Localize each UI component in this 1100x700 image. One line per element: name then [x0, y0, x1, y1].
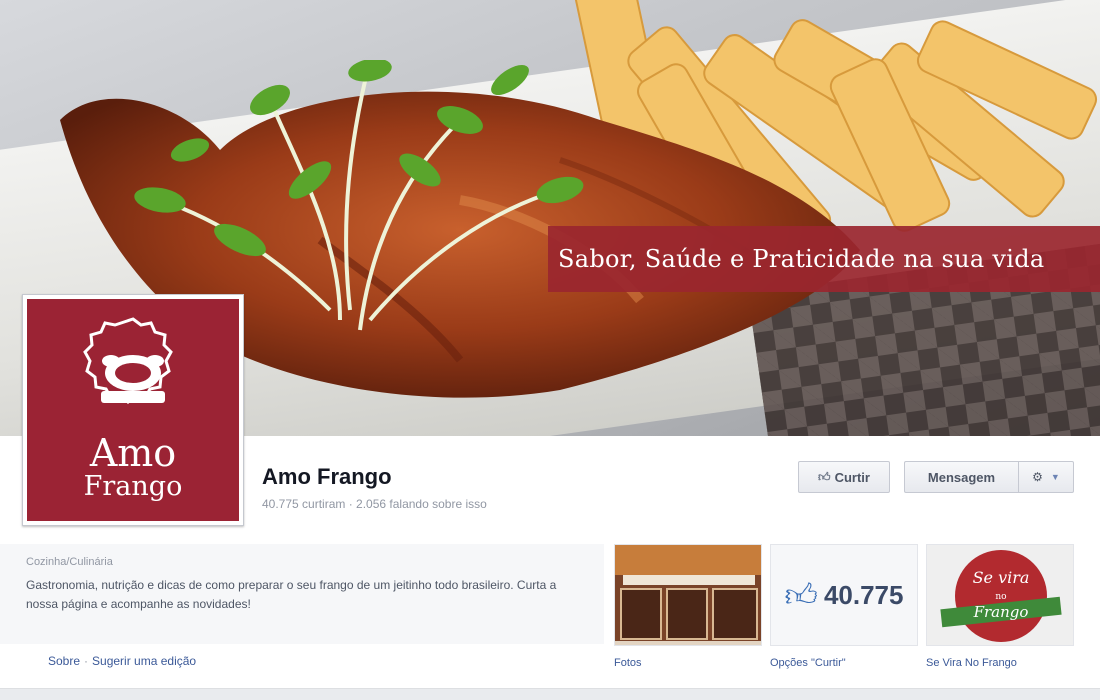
se-vira-app-thumbnail[interactable]: Se vira no Frango — [926, 544, 1074, 646]
page-category[interactable]: Cozinha/Culinária — [26, 556, 113, 568]
page-title[interactable]: Amo Frango — [262, 464, 392, 490]
se-vira-logo-line1: Se vira — [973, 568, 1030, 587]
photos-thumbnail-image — [615, 545, 761, 645]
message-button-label: Mensagem — [927, 469, 996, 485]
settings-dropdown-button[interactable]: ⚙ ▼ — [1018, 461, 1074, 493]
page-description: Gastronomia, nutrição e dicas de como pr… — [26, 578, 557, 611]
logo-word-frango: Frango — [83, 471, 183, 502]
brand-logo: Amo Frango — [27, 299, 239, 521]
se-vira-logo: Se vira no Frango — [940, 550, 1062, 642]
page-stats: 40.775 curtiram · 2.056 falando sobre is… — [262, 497, 487, 511]
about-links: Sobre · Sugerir uma edição — [48, 654, 196, 668]
se-vira-app-label[interactable]: Se Vira No Frango — [926, 657, 1017, 669]
facebook-page: Sabor, Saúde e Praticidade na sua vida A… — [0, 0, 1100, 700]
se-vira-logo-line2: no — [995, 592, 1006, 602]
suggest-edit-link[interactable]: Sugerir uma edição — [92, 654, 196, 668]
chicken-logo-icon — [83, 317, 173, 405]
logo-word-amo: Amo — [89, 431, 177, 475]
likes-count: 40.775 — [823, 579, 904, 610]
profile-picture[interactable]: Amo Frango — [22, 294, 244, 526]
bottom-divider — [0, 688, 1100, 700]
like-button-label: Curtir — [834, 469, 870, 485]
photos-app-thumbnail[interactable] — [614, 544, 762, 646]
message-button[interactable]: Mensagem — [904, 461, 1018, 493]
like-button[interactable]: 👍︎ Curtir — [798, 461, 890, 493]
gear-icon: ⚙ — [1032, 470, 1043, 484]
chevron-down-icon: ▼ — [1050, 472, 1060, 482]
about-link[interactable]: Sobre — [48, 654, 80, 668]
cover-tagline: Sabor, Saúde e Praticidade na sua vida — [548, 226, 1100, 292]
thumbs-up-icon: 👍︎ — [784, 576, 818, 613]
likes-app-label[interactable]: Opções "Curtir" — [770, 657, 846, 669]
photos-app-label[interactable]: Fotos — [614, 657, 642, 669]
link-separator: · — [84, 654, 89, 668]
thumbs-up-icon: 👍︎ — [818, 469, 831, 484]
se-vira-logo-line3: Frango — [973, 603, 1029, 621]
likes-app-thumbnail[interactable]: 👍︎ 40.775 — [770, 544, 918, 646]
